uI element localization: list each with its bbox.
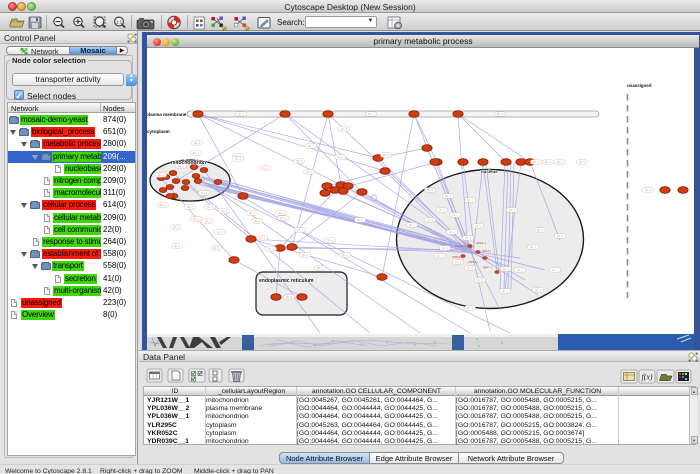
svg-text:1:1: 1:1 — [116, 20, 123, 25]
svg-text:(RNA.): (RNA.) — [482, 249, 491, 253]
svg-text:(gen..): (gen..) — [483, 265, 492, 269]
svg-text:(nucle..): (nucle..) — [455, 244, 466, 248]
svg-text:unassigned: unassigned — [627, 83, 652, 88]
svg-text:(rRNA.): (rRNA.) — [468, 260, 478, 264]
svg-text:cytoplasm: cytoplasm — [147, 129, 170, 134]
svg-text:plasma membrane: plasma membrane — [147, 112, 187, 117]
svg-text:f(x): f(x) — [641, 373, 652, 382]
svg-text:nucleus: nucleus — [481, 169, 498, 174]
svg-text:mitochondrion: mitochondrion — [171, 160, 206, 166]
svg-text:(DNA..): (DNA..) — [476, 241, 486, 245]
svg-text:endoplasmic reticulum: endoplasmic reticulum — [259, 278, 314, 284]
svg-text:(tRNA..): (tRNA..) — [452, 255, 463, 259]
